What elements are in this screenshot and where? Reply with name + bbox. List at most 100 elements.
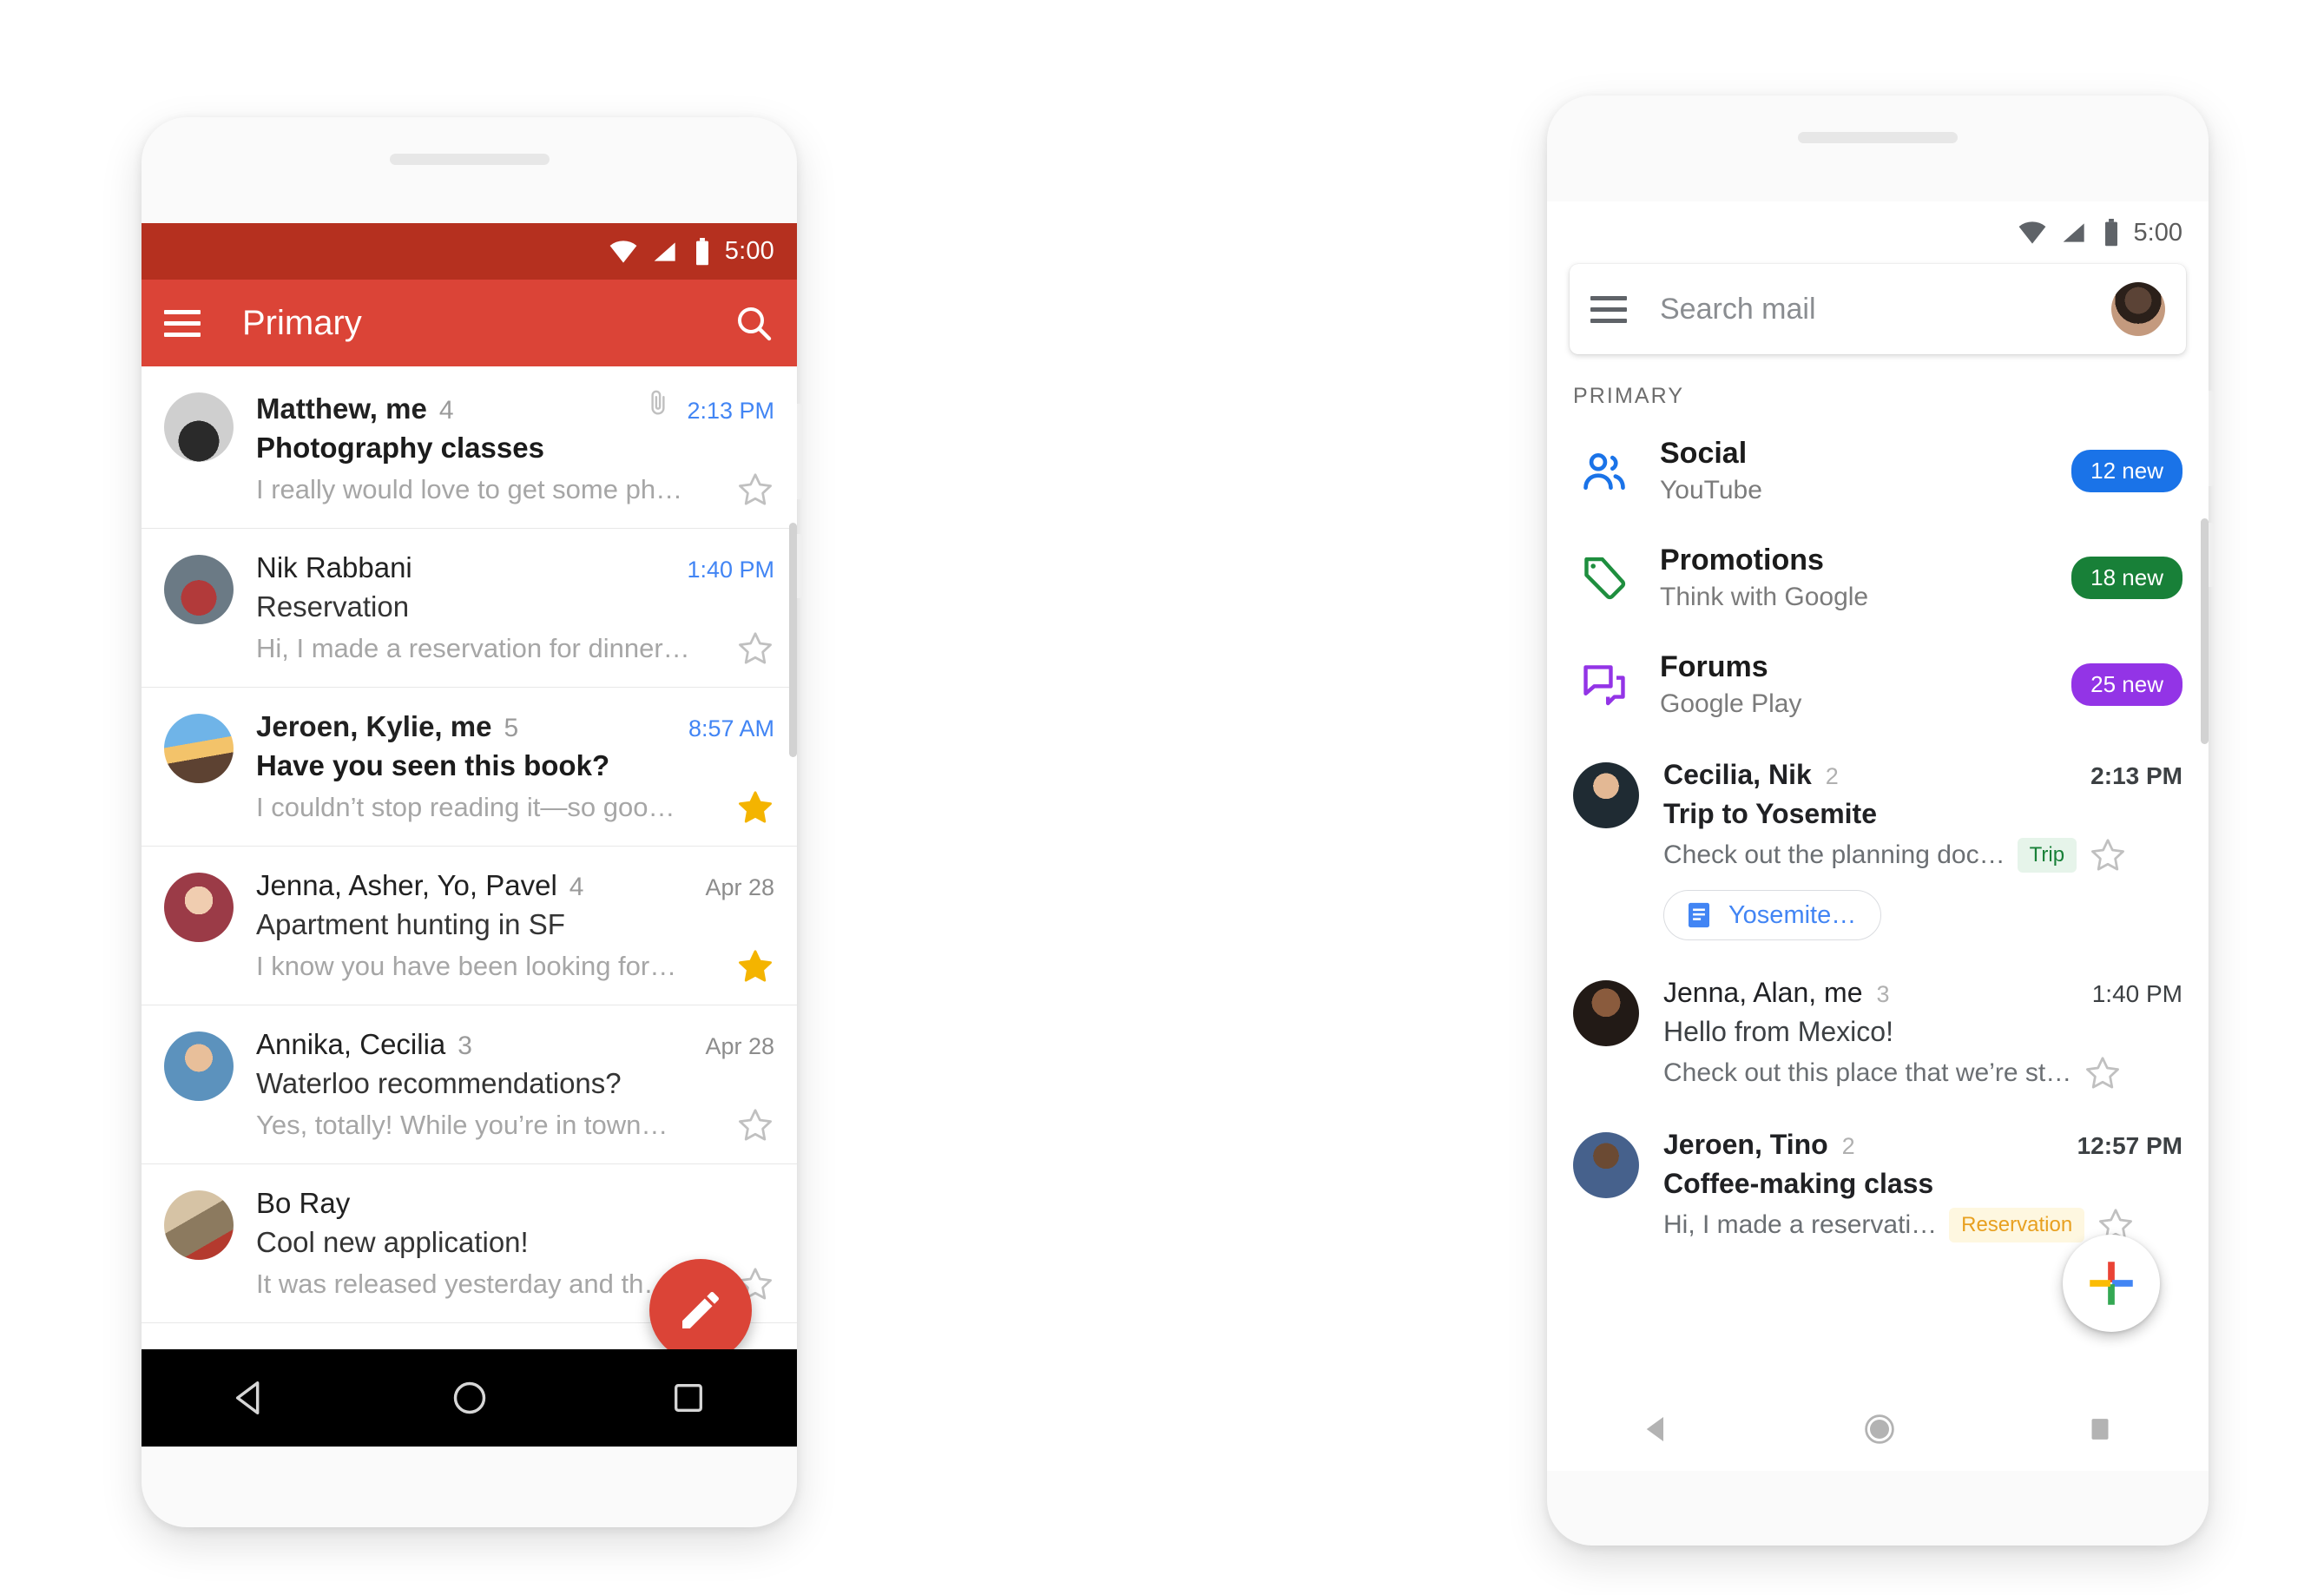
mail-snippet-row: Hi, I made a reservation for dinner… — [256, 629, 774, 668]
star-icon[interactable] — [736, 1106, 774, 1144]
status-badge: 12 new — [2071, 450, 2182, 492]
category-list[interactable]: Social YouTube 12 new Promotions Think with … — [1547, 418, 2209, 738]
avatar[interactable] — [1573, 980, 1639, 1046]
section-label-primary: PRIMARY — [1573, 384, 1685, 408]
star-button[interactable] — [736, 1106, 774, 1144]
mail-snippet-row: Check out this place that we’re st… — [1663, 1054, 2182, 1092]
attachment-chip[interactable]: Yosemite… — [1663, 890, 1882, 940]
star-button[interactable] — [2089, 836, 2127, 874]
label-chip[interactable]: Trip — [2017, 838, 2077, 873]
phone-speaker-grille — [1798, 132, 1958, 143]
pencil-icon — [682, 1291, 720, 1328]
star-button[interactable] — [736, 788, 774, 827]
mail-item-header: Annika, Cecilia 3 Apr 28 — [256, 1028, 774, 1061]
mail-list-item[interactable]: Jenna, Alan, me 3 1:40 PM Hello from Mexico… — [1547, 956, 2209, 1108]
star-button[interactable] — [736, 471, 774, 509]
mail-item-body: Jeroen, Tino 2 12:57 PM Coffee-making class… — [1663, 1129, 2182, 1244]
mail-list-item[interactable]: Annika, Cecilia 3 Apr 28 Waterloo recommend… — [142, 1005, 797, 1164]
power-button — [797, 534, 803, 598]
android-nav-bar-right — [1547, 1387, 2209, 1471]
mail-item-header: Jenna, Asher, Yo, Pavel 4 Apr 28 — [256, 869, 774, 902]
status-badge: 25 new — [2071, 663, 2182, 706]
category-list-item[interactable]: Promotions Think with Google 18 new — [1547, 524, 2209, 631]
screen-right: 5:00 Search mail PRIMARY Social YouTube 12… — [1547, 201, 2209, 1471]
mail-list-item[interactable]: Jeroen, Kylie, me 5 8:57 AM Have you seen t… — [142, 688, 797, 847]
mail-snippet: I really would love to get some ph… — [256, 474, 683, 504]
mail-subject: Cool new application! — [256, 1226, 529, 1258]
avatar[interactable] — [1573, 1132, 1639, 1198]
avatar[interactable] — [164, 392, 234, 462]
avatar[interactable] — [164, 1031, 234, 1101]
star-icon[interactable] — [736, 947, 774, 985]
mail-subject: Photography classes — [256, 432, 544, 464]
avatar[interactable] — [2111, 282, 2165, 336]
home-circle-icon[interactable] — [1860, 1410, 1899, 1448]
mail-snippet-row: I really would love to get some ph… — [256, 471, 774, 509]
back-triangle-icon[interactable] — [1639, 1411, 1676, 1447]
star-icon[interactable] — [736, 471, 774, 509]
star-icon[interactable] — [2089, 836, 2127, 874]
mail-subject: Have you seen this book? — [256, 749, 610, 781]
star-button[interactable] — [736, 947, 774, 985]
status-badge: 18 new — [2071, 557, 2182, 599]
mail-subject: Hello from Mexico! — [1663, 1016, 1893, 1047]
category-title: Social — [1660, 437, 1748, 470]
hamburger-menu-icon[interactable] — [1590, 289, 1627, 330]
star-icon[interactable] — [736, 788, 774, 827]
mail-list-right[interactable]: Cecilia, Nik 2 2:13 PM Trip to Yosemite Chec… — [1547, 738, 2209, 1260]
hamburger-menu-icon[interactable] — [164, 303, 201, 344]
star-icon[interactable] — [736, 629, 774, 668]
avatar[interactable] — [164, 1190, 234, 1260]
mail-item-body: Jenna, Asher, Yo, Pavel 4 Apr 28 Apartment … — [256, 869, 774, 985]
scrollbar-left[interactable] — [789, 523, 797, 757]
category-list-item[interactable]: Forums Google Play 25 new — [1547, 631, 2209, 738]
power-button — [2209, 523, 2215, 587]
mail-thread-count: 2 — [1841, 1133, 1855, 1159]
phone-device-left: 5:00 Primary Matthew, me 4 2:13 PM Photogra… — [142, 117, 803, 1527]
volume-button — [2209, 391, 2215, 486]
mail-item-header: Bo Ray — [256, 1187, 774, 1220]
back-triangle-icon[interactable] — [231, 1378, 271, 1418]
avatar[interactable] — [164, 555, 234, 624]
mail-thread-count: 2 — [1825, 763, 1839, 789]
category-list-item[interactable]: Social YouTube 12 new — [1547, 418, 2209, 524]
mail-snippet-row: Check out the planning doc… Trip — [1663, 836, 2182, 874]
mail-sender: Jenna, Alan, me — [1663, 977, 1863, 1008]
avatar[interactable] — [164, 714, 234, 783]
avatar[interactable] — [1573, 762, 1639, 828]
screen-left: 5:00 Primary Matthew, me 4 2:13 PM Photogra… — [142, 223, 797, 1447]
category-subtitle: YouTube — [1660, 476, 1762, 504]
mail-thread-count: 3 — [458, 1031, 472, 1060]
search-bar[interactable]: Search mail — [1570, 264, 2186, 354]
star-button[interactable] — [2084, 1054, 2122, 1092]
compose-fab-button[interactable] — [649, 1259, 752, 1361]
forum-icon — [1583, 664, 1625, 705]
people-icon — [1583, 452, 1625, 490]
scrollbar-right[interactable] — [2201, 518, 2209, 744]
mail-subject: Waterloo recommendations? — [256, 1067, 622, 1099]
compose-fab-button[interactable] — [2063, 1235, 2160, 1332]
search-input[interactable]: Search mail — [1660, 293, 2111, 326]
mail-list-item[interactable]: Cecilia, Nik 2 2:13 PM Trip to Yosemite Chec… — [1547, 738, 2209, 956]
recents-square-icon[interactable] — [2084, 1413, 2117, 1446]
google-plus-icon — [2090, 1262, 2133, 1305]
avatar[interactable] — [164, 873, 234, 942]
star-icon[interactable] — [2084, 1054, 2122, 1092]
status-time-left: 5:00 — [724, 237, 774, 265]
mail-snippet-row: I couldn’t stop reading it—so goo… — [256, 788, 774, 827]
mail-list-left[interactable]: Matthew, me 4 2:13 PM Photography classes I … — [142, 366, 797, 1323]
mail-snippet: I know you have been looking for… — [256, 951, 677, 981]
mail-sender: Matthew, me — [256, 392, 427, 425]
mail-list-item[interactable]: Nik Rabbani 1:40 PM Reservation Hi, I made … — [142, 529, 797, 688]
mail-snippet: Check out the planning doc… — [1663, 840, 2005, 869]
star-button[interactable] — [736, 629, 774, 668]
mail-list-item[interactable]: Matthew, me 4 2:13 PM Photography classes I … — [142, 366, 797, 529]
search-icon[interactable] — [733, 302, 774, 344]
category-text: Promotions Think with Google — [1660, 544, 2071, 612]
mail-list-item[interactable]: Jenna, Asher, Yo, Pavel 4 Apr 28 Apartment … — [142, 847, 797, 1005]
signal-icon — [2063, 223, 2084, 242]
wifi-icon — [2018, 221, 2045, 244]
label-chip[interactable]: Reservation — [1949, 1208, 2085, 1242]
recents-square-icon[interactable] — [669, 1379, 708, 1417]
home-circle-icon[interactable] — [450, 1378, 490, 1418]
